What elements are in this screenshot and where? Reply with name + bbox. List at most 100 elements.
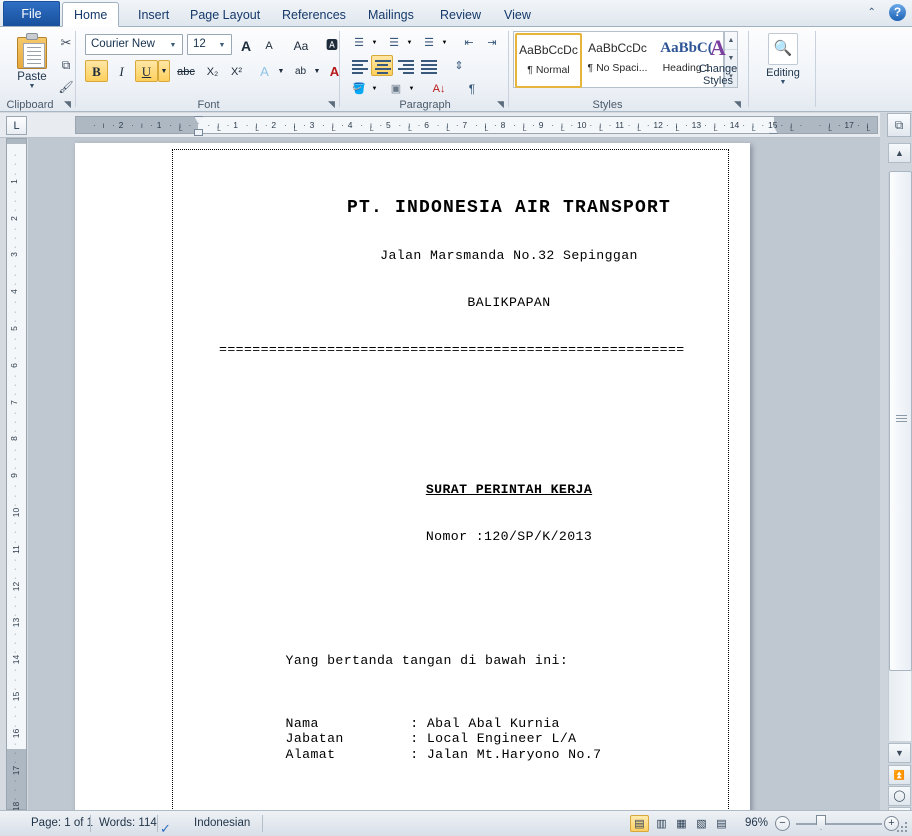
document-text[interactable]: PT. INDONESIA AIR TRANSPORT Jalan Marsma… [219,170,799,810]
style-item-normal[interactable]: AaBbCcDc ¶ Normal [515,33,582,88]
default-tab-stop[interactable]: L [370,126,374,133]
font-size-combo[interactable]: 12 ▼ [187,34,232,55]
scroll-thumb[interactable] [889,171,912,671]
text-effects-dropdown-arrow[interactable]: ▼ [275,60,287,82]
underline-button[interactable]: U [135,60,158,82]
web-layout-view-button[interactable]: ▦ [672,815,691,832]
vertical-ruler[interactable]: 1 2 3 4 5 6 7 8 9 10 11 12 13 14 15 16 17 18 · · · · · · · · · · · · ·… [6,138,27,812]
default-tab-stop[interactable]: L [255,126,259,133]
print-layout-view-button[interactable]: ▤ [630,815,649,832]
borders-button[interactable]: ▣ [385,78,407,99]
superscript-button[interactable]: X² [225,60,248,82]
format-painter-button[interactable]: 🖌 [55,77,77,97]
zoom-out-button[interactable]: − [775,816,790,831]
scroll-track[interactable] [888,171,912,741]
default-tab-stop[interactable]: L [408,126,412,133]
copy-button[interactable]: ⧉ [55,55,77,75]
default-tab-stop[interactable]: L [676,126,680,133]
tab-review[interactable]: Review [428,2,493,27]
font-dialog-launcher[interactable]: ◥ [326,99,337,110]
tab-stop-selector[interactable]: L [6,116,27,135]
subscript-button[interactable]: X₂ [201,60,224,82]
sort-button[interactable]: A↓ [426,78,452,99]
change-styles-button[interactable]: A Change Styles [692,33,744,87]
split-window-button[interactable]: ⧉ [887,113,911,137]
zoom-slider-thumb[interactable] [816,815,826,830]
help-icon[interactable]: ? [889,4,906,21]
tab-references[interactable]: References [270,2,358,27]
scroll-up-button[interactable]: ▲ [888,143,911,163]
text-effects-button[interactable]: A [253,60,276,82]
numbering-button[interactable]: ☰ [383,32,405,53]
scroll-down-button[interactable]: ▼ [888,743,911,763]
proofing-status-button[interactable]: ✓ [160,811,176,836]
tab-page-layout[interactable]: Page Layout [178,2,272,27]
default-tab-stop[interactable]: L [599,126,603,133]
paste-button[interactable]: Paste ▼ [8,31,56,93]
italic-button[interactable]: I [110,60,133,82]
resize-grip[interactable] [897,822,909,834]
horizontal-ruler[interactable]: 2 1 1 2 3 4 5 6 7 8 9 10 11 12 13 14 15 17 · ı · · ı · · ı · · ı · · ı ·… [75,116,878,136]
highlight-color-button[interactable]: ab [289,60,312,82]
left-indent-marker[interactable] [194,129,203,136]
paste-dropdown-arrow[interactable]: ▼ [8,83,56,90]
tab-view[interactable]: View [492,2,543,27]
strikethrough-button[interactable]: abc [173,60,199,82]
document-page[interactable]: PT. INDONESIA AIR TRANSPORT Jalan Marsma… [75,143,750,810]
chevron-down-icon[interactable]: ▼ [167,35,179,56]
multilevel-list-button[interactable]: ☰ [418,32,440,53]
tab-home[interactable]: Home [62,2,120,27]
draft-view-button[interactable]: ▤ [712,815,731,832]
vertical-scrollbar[interactable]: ⧉ ▲ ▼ ⏫ ◯ ⏬ [880,113,912,827]
minimize-ribbon-icon[interactable]: ⌃ [864,5,880,21]
default-tab-stop[interactable]: L [485,126,489,133]
show-formatting-marks-button[interactable]: ¶ [461,78,483,99]
editing-dropdown-arrow[interactable]: ▼ [757,79,809,86]
default-tab-stop[interactable]: L [561,126,565,133]
bullets-dropdown-arrow[interactable]: ▼ [369,32,380,53]
borders-dropdown-arrow[interactable]: ▼ [406,78,417,99]
grow-font-button[interactable]: A [235,34,257,56]
default-tab-stop[interactable]: L [867,126,871,133]
underline-dropdown-arrow[interactable]: ▼ [158,60,170,82]
default-tab-stop[interactable]: L [446,126,450,133]
full-screen-reading-view-button[interactable]: ▥ [652,815,671,832]
zoom-level[interactable]: 96% [736,811,777,836]
word-count[interactable]: Words: 114 [90,811,166,836]
align-center-button[interactable] [371,55,393,76]
align-left-button[interactable] [348,55,370,76]
language-indicator[interactable]: Indonesian [185,811,259,836]
shading-dropdown-arrow[interactable]: ▼ [369,78,380,99]
shading-button[interactable]: 🪣 [348,78,370,99]
chevron-down-icon[interactable]: ▼ [216,35,228,56]
cut-button[interactable]: ✂ [55,33,77,53]
tab-mailings[interactable]: Mailings [356,2,426,27]
shrink-font-button[interactable]: A [258,34,280,56]
multilevel-dropdown-arrow[interactable]: ▼ [439,32,450,53]
bold-button[interactable]: B [85,60,108,82]
styles-dialog-launcher[interactable]: ◥ [732,99,743,110]
clipboard-dialog-launcher[interactable]: ◥ [62,99,73,110]
highlight-dropdown-arrow[interactable]: ▼ [311,60,323,82]
default-tab-stop[interactable]: L [179,126,183,133]
editing-button[interactable]: 🔍 Editing ▼ [757,33,809,86]
numbering-dropdown-arrow[interactable]: ▼ [404,32,415,53]
bullets-button[interactable]: ☰ [348,32,370,53]
align-right-button[interactable] [394,55,416,76]
line-spacing-button[interactable]: ⇕ [446,55,472,76]
default-tab-stop[interactable]: L [752,126,756,133]
font-family-combo[interactable]: Courier New ▼ [85,34,183,55]
default-tab-stop[interactable]: L [294,126,298,133]
style-item-no-spacing[interactable]: AaBbCcDc ¶ No Spaci... [584,33,651,88]
select-browse-object-button[interactable]: ◯ [888,786,911,806]
document-canvas[interactable]: PT. INDONESIA AIR TRANSPORT Jalan Marsma… [28,138,880,810]
default-tab-stop[interactable]: L [790,126,794,133]
outline-view-button[interactable]: ▧ [692,815,711,832]
increase-indent-button[interactable]: ⇥ [481,32,503,53]
decrease-indent-button[interactable]: ⇤ [458,32,480,53]
tab-file[interactable]: File [3,1,60,26]
change-case-button[interactable]: Aa [285,34,317,56]
default-tab-stop[interactable]: L [637,126,641,133]
default-tab-stop[interactable]: L [217,126,221,133]
justify-button[interactable] [417,55,439,76]
